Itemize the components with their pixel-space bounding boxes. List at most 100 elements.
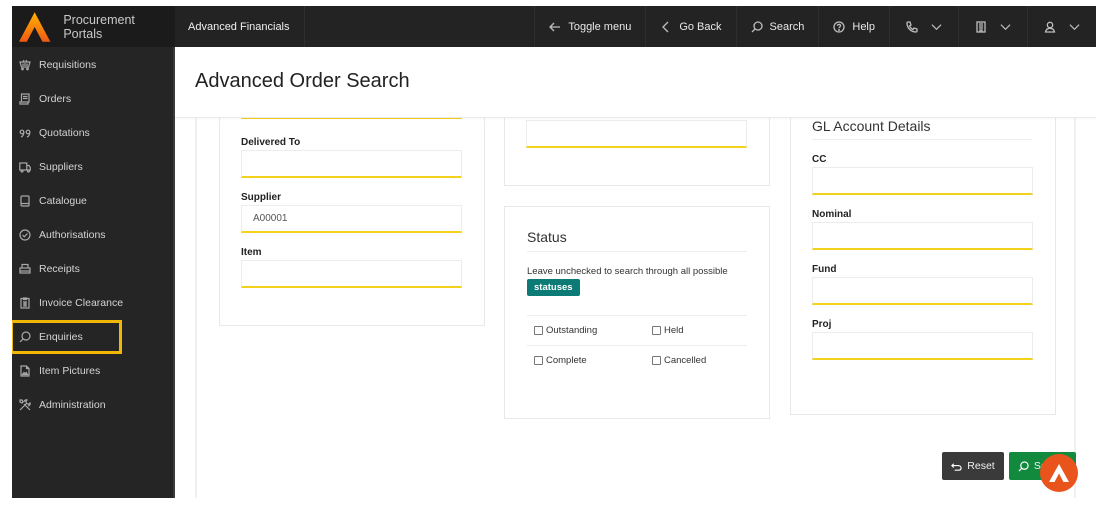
logo-icon xyxy=(18,11,51,42)
main-content: Advanced Order Search Delivered To Suppl… xyxy=(175,47,1096,498)
sidebar-item-item-pictures[interactable]: Item Pictures xyxy=(12,354,173,388)
chevron-down-icon xyxy=(931,24,942,31)
tools-icon xyxy=(19,399,31,411)
proj-input[interactable] xyxy=(812,332,1033,360)
cc-input[interactable] xyxy=(812,167,1033,195)
sidebar-item-orders[interactable]: Orders xyxy=(12,82,173,116)
gl-account-title: GL Account Details xyxy=(812,118,931,134)
user-icon xyxy=(1044,21,1056,33)
help-label: Help xyxy=(852,20,875,33)
status-title: Status xyxy=(527,229,567,245)
delivered-to-input[interactable] xyxy=(241,150,462,178)
delivered-to-label: Delivered To xyxy=(241,137,301,148)
checkbox-label: Outstanding xyxy=(546,325,598,336)
sidebar-item-administration[interactable]: Administration xyxy=(12,388,173,422)
brand-name: Procurement Portals xyxy=(63,12,135,41)
reset-label: Reset xyxy=(967,460,995,472)
checkbox-box[interactable] xyxy=(652,326,661,335)
search-label: Search xyxy=(769,20,805,33)
go-back-button[interactable]: Go Back xyxy=(645,6,735,47)
item-input[interactable] xyxy=(241,260,462,288)
sidebar-item-label: Item Pictures xyxy=(39,365,101,377)
chevron-down-icon xyxy=(1069,24,1080,31)
logo-icon xyxy=(1049,464,1069,482)
status-hint-text: Leave unchecked to search through all po… xyxy=(527,266,728,277)
checkbox-box[interactable] xyxy=(534,326,543,335)
divider xyxy=(527,251,747,252)
proj-label: Proj xyxy=(812,319,832,330)
status-held-checkbox[interactable]: Held xyxy=(652,325,684,336)
sidebar-item-enquiries[interactable]: Enquiries xyxy=(12,320,122,354)
sidebar-item-label: Catalogue xyxy=(39,195,87,207)
phone-dropdown[interactable] xyxy=(889,6,958,47)
status-card: Status Leave unchecked to search through… xyxy=(504,206,770,419)
toggle-menu-label: Toggle menu xyxy=(568,20,632,33)
status-hint: Leave unchecked to search through all po… xyxy=(527,265,747,296)
sidebar-item-label: Requisitions xyxy=(39,59,97,71)
status-outstanding-checkbox[interactable]: Outstanding xyxy=(534,325,597,336)
company-dropdown[interactable] xyxy=(958,6,1027,47)
supplier-input[interactable] xyxy=(241,205,462,233)
status-complete-checkbox[interactable]: Complete xyxy=(534,355,587,366)
nominal-label: Nominal xyxy=(812,209,852,220)
divider xyxy=(527,345,747,346)
truck-icon xyxy=(19,162,31,173)
chevron-down-icon xyxy=(1000,24,1011,31)
sidebar: Requisitions Orders Quotations Suppliers… xyxy=(12,47,175,498)
sidebar-item-suppliers[interactable]: Suppliers xyxy=(12,150,173,184)
sidebar-item-requisitions[interactable]: Requisitions xyxy=(12,48,173,82)
order-details-card: Delivered To Supplier Item xyxy=(219,91,485,326)
brand[interactable]: Procurement Portals xyxy=(12,6,175,47)
sidebar-item-catalogue[interactable]: Catalogue xyxy=(12,184,173,218)
sidebar-item-invoice-clearance[interactable]: Invoice Clearance xyxy=(12,286,173,320)
nominal-input[interactable] xyxy=(812,222,1033,250)
supplier-label: Supplier xyxy=(241,192,282,203)
page-header: Advanced Order Search xyxy=(175,47,1096,118)
sidebar-item-label: Suppliers xyxy=(39,161,83,173)
fund-input[interactable] xyxy=(812,277,1033,305)
phone-icon xyxy=(906,20,918,33)
fund-label: Fund xyxy=(812,264,837,275)
sidebar-item-label: Receipts xyxy=(39,263,80,275)
sidebar-item-receipts[interactable]: Receipts xyxy=(12,252,173,286)
divider xyxy=(527,315,747,316)
topbar-search-button[interactable]: Search xyxy=(735,6,819,47)
basket-icon xyxy=(19,59,31,71)
middle-field-input[interactable] xyxy=(526,120,747,148)
search-icon xyxy=(19,331,31,343)
search-form: Delivered To Supplier Item Status Leave … xyxy=(195,91,1076,498)
receipt-icon xyxy=(19,93,30,105)
building-icon xyxy=(976,20,986,33)
divider xyxy=(812,139,1032,140)
help-button[interactable]: Help xyxy=(818,6,889,47)
gl-account-card: GL Account Details CC Nominal Fund Proj xyxy=(790,98,1056,415)
user-dropdown[interactable] xyxy=(1027,6,1096,47)
sidebar-item-label: Invoice Clearance xyxy=(39,297,124,309)
checkbox-label: Complete xyxy=(546,355,587,366)
search-icon xyxy=(751,20,763,32)
sidebar-item-label: Enquiries xyxy=(39,331,83,343)
sidebar-item-authorisations[interactable]: Authorisations xyxy=(12,218,173,252)
item-label: Item xyxy=(241,247,262,258)
cc-label: CC xyxy=(812,154,827,165)
app-window: Procurement Portals Advanced Financials … xyxy=(12,6,1096,498)
check-circle-icon xyxy=(19,229,31,241)
quote-icon xyxy=(19,129,31,138)
sidebar-item-quotations[interactable]: Quotations xyxy=(12,116,173,150)
image-file-icon xyxy=(20,365,30,377)
sidebar-item-label: Quotations xyxy=(39,127,90,139)
reset-button[interactable]: Reset xyxy=(942,452,1004,480)
help-circle-icon xyxy=(833,20,846,33)
checkbox-box[interactable] xyxy=(534,356,543,365)
status-cancelled-checkbox[interactable]: Cancelled xyxy=(652,355,706,366)
page-title: Advanced Order Search xyxy=(195,70,410,92)
checkbox-label: Held xyxy=(664,325,684,336)
toggle-menu-button[interactable]: Toggle menu xyxy=(534,6,645,47)
checkbox-box[interactable] xyxy=(652,356,661,365)
search-icon xyxy=(1018,460,1029,472)
sidebar-item-label: Authorisations xyxy=(39,229,106,241)
undo-icon xyxy=(951,462,962,471)
printer-icon xyxy=(19,263,31,274)
assistant-fab[interactable] xyxy=(1040,454,1078,492)
app-name[interactable]: Advanced Financials xyxy=(175,6,305,47)
